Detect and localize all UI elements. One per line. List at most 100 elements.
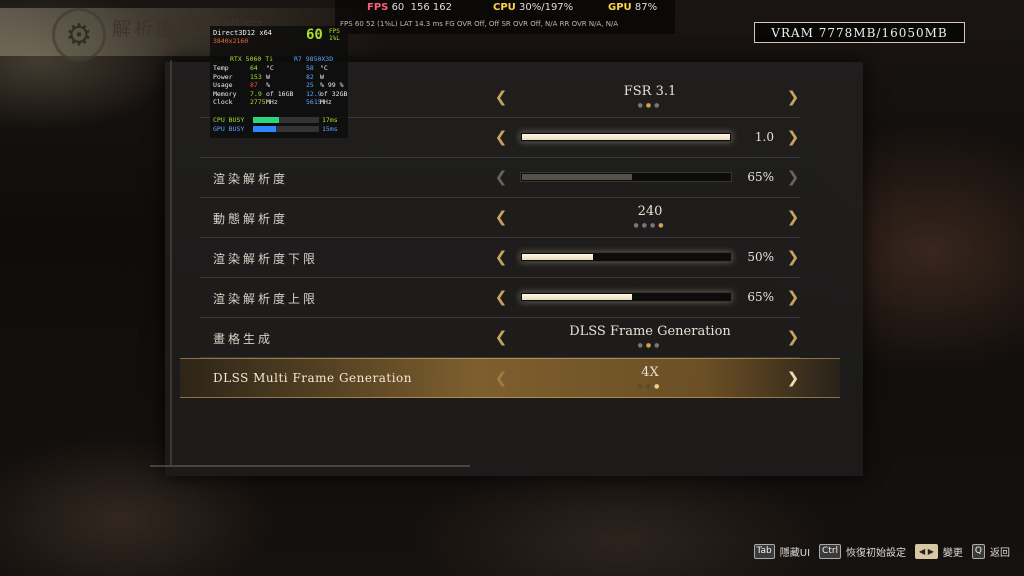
hint-hide-ui: 隱藏UI [779,548,811,559]
arrow-right-icon[interactable]: ❯ [786,209,800,225]
option-dot: ● [637,383,646,390]
overlay-gpu-busy-bar [253,126,319,132]
tab-key[interactable]: Tab [753,544,775,559]
arrow-right-icon[interactable]: ❯ [786,129,800,145]
overlay-fps: 60 [306,27,323,43]
setting-label: 渲染解析度 [213,172,289,186]
overlay-cpu-name: R7 9850X3D [294,55,334,63]
hint-change: 變更 [942,548,963,559]
setting-row[interactable]: 畫格生成 ❮ ❯ DLSS Frame Generation ●●● [200,318,800,358]
arrow-right-icon[interactable]: ❯ [786,329,800,345]
overlay-api: Direct3D12 x64 [213,29,273,37]
arrow-right-icon[interactable]: ❯ [786,289,800,305]
setting-slider[interactable] [520,132,732,142]
arrow-right-icon[interactable]: ❯ [786,169,800,185]
performance-top-bar: FPS 60 156 162 CPU 30%/197% GPU 87% FPS … [335,0,675,34]
panel-edge-line [170,60,172,465]
arrow-right-icon[interactable]: ❯ [786,370,800,386]
option-dot: ● [641,222,650,229]
overlay-cpu-value: 58 [306,64,314,72]
overlay-row-label: Memory [213,89,237,98]
overlay-cpu-unit: °C [320,64,328,72]
setting-row[interactable]: 渲染解析度 ❮ ❯ 65% [200,158,800,198]
arrow-left-icon[interactable]: ❮ [494,370,508,386]
overlay-cpu-unit: % 99 % [320,81,344,90]
setting-row[interactable]: 動態解析度 ❮ ❯ 240 ●●●● [200,198,800,238]
overlay-gpu-busy-label: GPU BUSY [213,125,245,133]
option-dots: ●●●● [530,222,770,229]
arrow-right-icon[interactable]: ❯ [786,249,800,265]
setting-label: 畫格生成 [213,332,274,346]
setting-value: 65% [747,170,774,184]
setting-label: 動態解析度 [213,212,289,226]
setting-value: 65% [747,290,774,304]
overlay-cpu-unit: W [320,72,324,81]
overlay-row-label: Clock [213,98,233,107]
overlay-resolution: 3840x2160 [213,37,249,45]
overlay-cpu-busy-value: 17ms [322,116,338,124]
hint-back: 返回 [990,548,1010,559]
overlay-gpu-value: 2775 [250,98,266,107]
option-dot: ● [654,342,663,349]
setting-label: 渲染解析度下限 [213,252,319,266]
panel-footer-line [150,465,470,467]
overlay-gpu-unit: °C [266,64,274,72]
setting-label: DLSS Multi Frame Generation [213,371,412,385]
perf-gpu: GPU 87% [608,2,658,13]
arrow-left-icon[interactable]: ❮ [494,329,508,345]
setting-row[interactable]: DLSS Multi Frame Generation ❮ ❯ 4X ●●● [180,358,840,398]
overlay-gpu-name: RTX 5060 Ti [230,55,274,63]
setting-row[interactable]: 渲染解析度下限 ❮ ❯ 50% [200,238,800,278]
arrow-left-icon[interactable]: ❮ [494,129,508,145]
overlay-gpu-value: 87 [250,81,258,90]
perf-details: FPS 60 52 (1%L) LAT 14.3 ms FG OVR Off, … [340,20,619,28]
overlay-gpu-busy-value: 15ms [322,125,338,133]
slider-fill [522,134,730,140]
vram-indicator: VRAM 7778MB/16050MB [754,22,965,43]
option-dots: ●●● [530,342,770,349]
q-key[interactable]: Q [971,544,985,559]
option-dot: ● [637,102,646,109]
arrow-right-icon[interactable]: ❯ [786,89,800,105]
overlay-gpu-unit: MHz [266,98,278,107]
overlay-gpu-value: 153 [250,72,262,81]
option-dot: ● [645,102,655,109]
control-hints: Tab 隱藏UI Ctrl 恢復初始設定 ◀ ▶ 變更 Q 返回 [753,544,1015,559]
option-dot: ● [637,342,646,349]
setting-slider[interactable] [520,292,732,302]
setting-row[interactable]: 渲染解析度上限 ❮ ❯ 65% [200,278,800,318]
setting-value: 1.0 [754,130,774,144]
setting-slider[interactable] [520,252,732,262]
overlay-gpu-value: 7.9 [250,89,262,98]
option-dots: ●●● [530,383,770,390]
perf-fps: FPS 60 156 162 [367,2,453,13]
slider-fill [522,254,593,260]
ctrl-key[interactable]: Ctrl [819,544,842,559]
option-dot: ● [654,102,663,109]
slider-fill [522,294,632,300]
overlay-cpu-busy-bar [253,117,319,123]
hint-reset: 恢復初始設定 [846,548,907,559]
arrow-left-icon[interactable]: ❮ [494,89,508,105]
option-dot: ● [645,342,655,349]
option-dot: ● [633,222,642,229]
gear-crest-icon: ⚙ [52,8,106,62]
arrow-left-icon[interactable]: ❮ [494,169,508,185]
setting-label: 渲染解析度上限 [213,292,319,306]
arrow-keys-icon[interactable]: ◀ ▶ [915,544,938,559]
setting-value: FSR 3.1 [623,84,677,99]
setting-value: 50% [747,250,774,264]
option-dot: ● [658,222,667,229]
overlay-row-label: Power [213,72,233,81]
perf-cpu: CPU 30%/197% [493,2,574,13]
overlay-gpu-value: 64 [250,64,258,72]
arrow-left-icon[interactable]: ❮ [494,249,508,265]
arrow-left-icon[interactable]: ❮ [494,209,508,225]
overlay-gpu-unit: W [266,72,270,81]
option-dot: ● [650,222,659,229]
setting-slider[interactable] [520,172,732,182]
overlay-cpu-unit: MHz [320,98,332,107]
overlay-fps-unit: FPS 1%L [329,28,340,42]
arrow-left-icon[interactable]: ❮ [494,289,508,305]
slider-fill [522,174,632,180]
